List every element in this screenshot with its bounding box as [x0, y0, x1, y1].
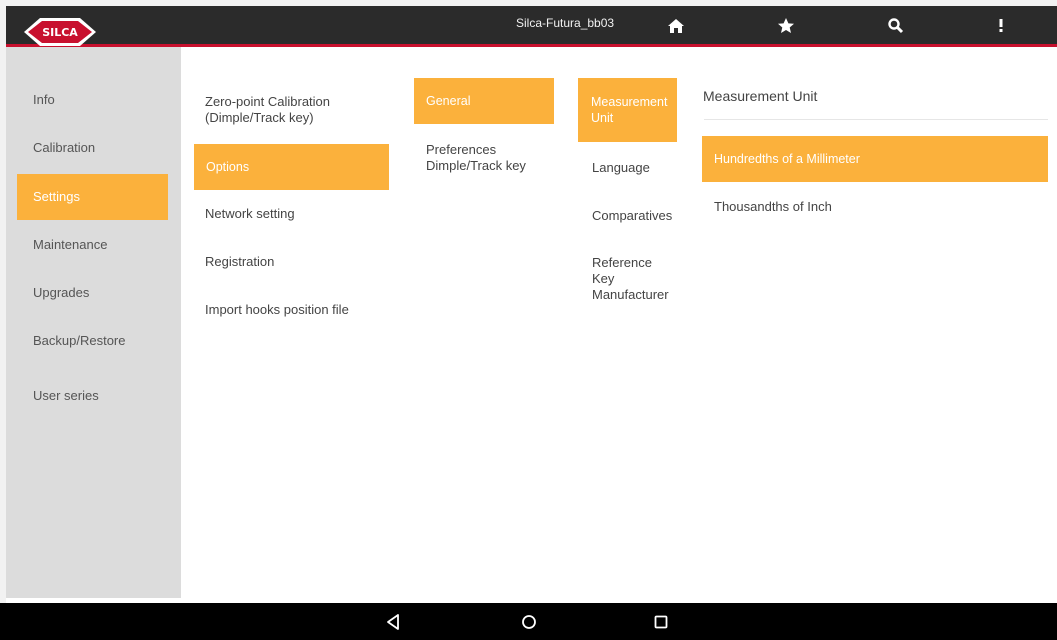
zero-point-calibration-item[interactable]: Zero-point Calibration (Dimple/Track key…: [205, 94, 330, 126]
home-icon[interactable]: [666, 16, 686, 36]
sidebar-item-upgrades[interactable]: Upgrades: [17, 270, 168, 316]
android-nav-bar: [0, 603, 1057, 640]
sidebar-item-label: Info: [33, 92, 55, 107]
measurement-unit-item[interactable]: Measurement Unit: [578, 78, 677, 142]
sidebar-item-label: User series: [33, 388, 99, 403]
sidebar-item-label: Calibration: [33, 140, 96, 155]
divider: [704, 119, 1048, 120]
top-bar: SILCA Silca-Futura_bb03: [6, 6, 1057, 47]
sidebar-item-calibration[interactable]: Calibration: [17, 125, 168, 171]
option-thousandths-of-inch[interactable]: Thousandths of Inch: [714, 199, 832, 215]
sidebar-item-label: Upgrades: [33, 285, 90, 300]
sidebar-item-label: Maintenance: [33, 237, 108, 252]
sidebar-item-label: Settings: [33, 189, 80, 204]
back-icon[interactable]: [383, 611, 405, 633]
registration-item[interactable]: Registration: [205, 254, 274, 270]
option-hundredths-of-millimeter[interactable]: Hundredths of a Millimeter: [702, 136, 1048, 182]
language-item[interactable]: Language: [592, 160, 650, 176]
overflow-menu-icon[interactable]: [991, 16, 1011, 36]
sidebar: Info Calibration Settings Maintenance Up…: [6, 47, 181, 598]
sidebar-item-settings[interactable]: Settings: [17, 174, 168, 220]
star-icon[interactable]: [776, 16, 796, 36]
comparatives-item[interactable]: Comparatives: [592, 208, 672, 224]
sidebar-item-maintenance[interactable]: Maintenance: [17, 222, 168, 268]
network-setting-item[interactable]: Network setting: [205, 206, 295, 222]
recents-icon[interactable]: [650, 611, 672, 633]
preferences-dimple-track-key-item[interactable]: Preferences Dimple/Track key: [426, 142, 526, 174]
search-icon[interactable]: [886, 16, 906, 36]
sidebar-item-user-series[interactable]: User series: [17, 373, 168, 419]
general-item[interactable]: General: [414, 78, 554, 124]
reference-key-manufacturer-item[interactable]: Reference Key Manufacturer: [592, 255, 669, 303]
sidebar-item-label: Backup/Restore: [33, 333, 126, 348]
import-hooks-position-file-item[interactable]: Import hooks position file: [205, 302, 349, 318]
svg-text:SILCA: SILCA: [42, 26, 78, 39]
sidebar-item-info[interactable]: Info: [17, 77, 168, 123]
measurement-unit-heading: Measurement Unit: [703, 88, 818, 104]
silca-logo: SILCA: [20, 14, 98, 50]
options-item[interactable]: Options: [194, 144, 389, 190]
home-circle-icon[interactable]: [518, 611, 540, 633]
sidebar-item-backup-restore[interactable]: Backup/Restore: [17, 318, 168, 364]
app-title: Silca-Futura_bb03: [516, 16, 615, 30]
